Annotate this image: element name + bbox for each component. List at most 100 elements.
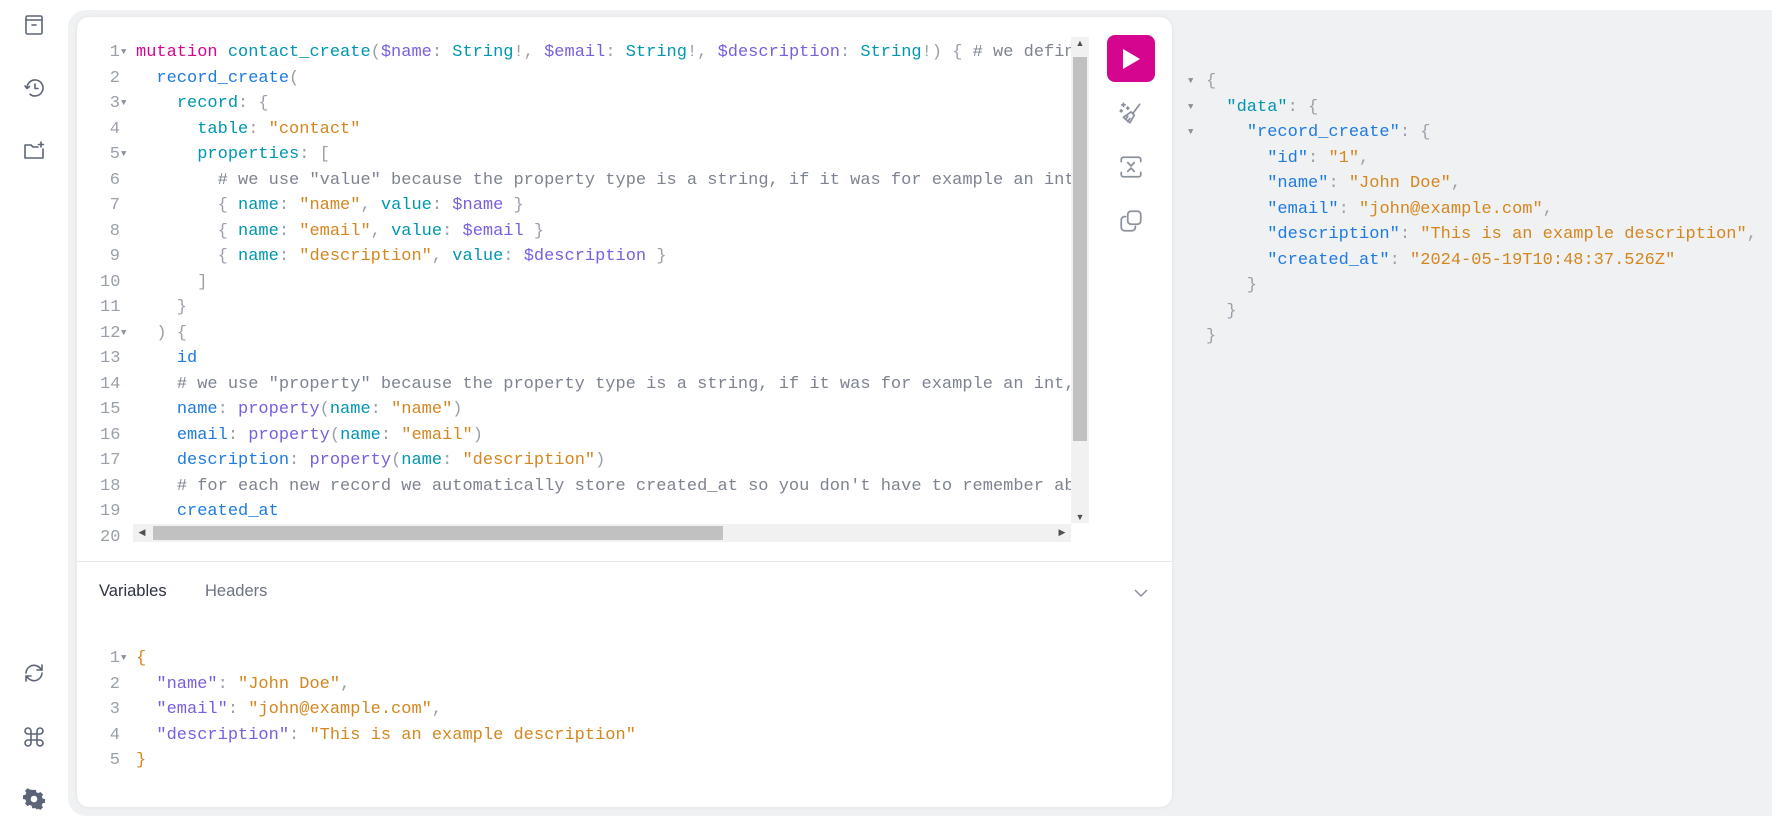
token-str: "2024-05-19T10:48:37.526Z" — [1410, 250, 1676, 270]
code-text: created_at — [136, 499, 279, 525]
run-query-button[interactable] — [1107, 35, 1155, 82]
token-punc — [1206, 225, 1267, 244]
line-number: 9 — [109, 247, 120, 266]
token-punc: ) — [452, 400, 463, 419]
token-punc: : { — [1399, 123, 1431, 142]
history-icon[interactable] — [20, 74, 48, 102]
fold-arrow-icon[interactable]: ▼ — [1188, 95, 1193, 121]
token-punc: ( — [391, 451, 402, 470]
editor-vertical-scrollbar[interactable]: ▲ ▼ — [1071, 37, 1089, 523]
fold-arrow-icon[interactable]: ▼ — [1188, 69, 1193, 95]
token-punc: , — [1450, 174, 1462, 193]
toggle-variables-button[interactable] — [1132, 584, 1152, 604]
token-punc — [136, 400, 177, 419]
tab-headers[interactable]: Headers — [205, 582, 267, 601]
fold-arrow-icon[interactable]: ▼ — [1188, 120, 1193, 146]
code-text: ] — [136, 270, 207, 296]
token-punc: : — [605, 43, 626, 62]
token-str: "name" — [299, 196, 361, 215]
line-number: 16 — [100, 425, 121, 445]
scroll-right-arrow-icon[interactable]: ▶ — [1053, 527, 1071, 538]
token-punc: : — [431, 196, 453, 215]
sidebar — [0, 0, 68, 828]
token-prop: record_create — [156, 68, 290, 88]
fold-arrow-icon[interactable]: ▼ — [121, 321, 126, 347]
fold-arrow-icon[interactable]: ▼ — [121, 40, 126, 66]
line-number: 20 — [100, 527, 121, 543]
code-text: "created_at": "2024-05-19T10:48:37.526Z" — [1206, 248, 1675, 274]
scrollbar-thumb[interactable] — [1073, 57, 1087, 441]
token-punc: : — [248, 119, 269, 139]
merge-fragments-button[interactable] — [1117, 153, 1145, 181]
token-attr: name — [238, 247, 279, 266]
merge-fragments-icon — [1120, 156, 1142, 178]
refresh-icon[interactable] — [20, 659, 48, 687]
scroll-left-arrow-icon[interactable]: ◀ — [133, 527, 151, 538]
token-punc: , — [1359, 148, 1370, 168]
token-punc: { — [1206, 72, 1217, 91]
code-line: 5} — [100, 748, 1000, 774]
token-var: $email — [544, 43, 606, 62]
token-punc: : — [227, 425, 249, 445]
code-line: ▼{ — [1188, 69, 1768, 95]
token-attr: name — [340, 425, 381, 445]
token-punc: !) { — [921, 43, 973, 62]
variables-editor[interactable]: 1 ▼{2 "name": "John Doe", 3 "email": "john… — [100, 646, 1000, 796]
command-icon[interactable] — [20, 723, 48, 751]
token-key: "email" — [156, 700, 228, 719]
code-line: 8 { name: "email", value: $email } — [100, 219, 1072, 245]
query-editor[interactable]: 1 ▼ mutation contact_create($name: String!… — [100, 40, 1072, 542]
line-number: 18 — [100, 476, 121, 496]
code-text: record: { — [136, 91, 269, 117]
code-text: "description": "This is an example descr… — [1206, 222, 1757, 248]
code-text: ) { — [136, 321, 187, 347]
token-punc: , — [370, 221, 392, 241]
code-text: "description": "This is an example descr… — [136, 723, 635, 749]
prettify-button[interactable] — [1117, 99, 1145, 127]
token-punc: , — [431, 700, 443, 719]
line-number: 14 — [100, 374, 121, 394]
token-attr: name — [238, 196, 279, 215]
code-text: record_create( — [136, 66, 299, 92]
code-text: # we use "property" because the property… — [136, 372, 1072, 398]
token-punc: , — [431, 247, 453, 266]
fold-arrow-icon[interactable]: ▼ — [121, 91, 126, 117]
token-punc: , — [1746, 225, 1757, 244]
docs-icon[interactable] — [20, 11, 48, 39]
fold-arrow-icon[interactable]: ▼ — [121, 142, 126, 168]
token-punc: ( — [289, 68, 300, 88]
token-punc: : — [503, 247, 524, 266]
token-punc: { — [136, 247, 239, 266]
token-punc: : — [442, 221, 463, 241]
line-number: 3 — [109, 94, 120, 113]
token-cmt: # we use "value" because the property ty… — [217, 170, 1072, 190]
settings-icon[interactable] — [20, 785, 48, 813]
scrollbar-thumb[interactable] — [153, 526, 723, 540]
code-line: "id": "1", — [1188, 146, 1768, 172]
code-text: } — [136, 295, 187, 321]
fold-arrow-icon[interactable]: ▼ — [121, 646, 126, 672]
scroll-down-arrow-icon[interactable]: ▼ — [1071, 512, 1089, 522]
copy-query-button[interactable] — [1117, 207, 1145, 235]
code-text: email: property(name: "email") — [136, 423, 483, 449]
scroll-up-arrow-icon[interactable]: ▲ — [1071, 38, 1089, 48]
token-attr: table — [197, 119, 249, 139]
token-punc: , — [340, 674, 351, 694]
code-line: "description": "This is an example descr… — [1188, 222, 1768, 248]
folder-add-icon[interactable] — [20, 137, 48, 165]
token-punc: : { — [1287, 97, 1319, 117]
token-prop: email — [176, 425, 228, 445]
token-punc — [136, 726, 156, 745]
token-punc: : — [442, 451, 463, 470]
token-var: $description — [523, 247, 647, 266]
code-line: 4 table: "contact" — [100, 117, 1072, 143]
tab-variables[interactable]: Variables — [99, 582, 167, 601]
code-text: mutation contact_create($name: String!, … — [136, 40, 1072, 66]
code-text: } — [136, 748, 146, 774]
token-str: "This is an example description" — [1420, 225, 1747, 244]
code-text: } — [1206, 324, 1216, 350]
editor-horizontal-scrollbar[interactable]: ◀ ▶ — [133, 524, 1071, 542]
code-line: ▼ "data": { — [1188, 95, 1768, 121]
token-punc: : — [217, 674, 239, 694]
code-line: 3 "email": "john@example.com", — [100, 697, 1000, 723]
